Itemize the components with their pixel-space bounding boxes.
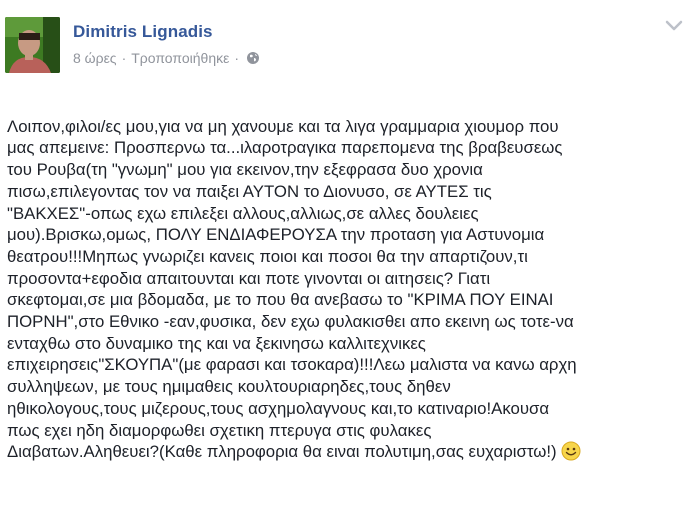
- author-name[interactable]: Dimitris Lignadis: [73, 22, 213, 42]
- avatar-photo: [5, 17, 60, 73]
- edited-label[interactable]: Τροποποιήθηκε: [131, 50, 229, 66]
- avatar[interactable]: [5, 17, 60, 73]
- smiley-icon: [561, 441, 581, 461]
- post-body: Λοιπον,φιλοι/ες μου,για να μη χανουμε κα…: [7, 94, 697, 463]
- facebook-post: Dimitris Lignadis 8 ώρες · Τροποποιήθηκε…: [0, 0, 700, 523]
- meta-separator: ·: [121, 50, 127, 66]
- post-meta: 8 ώρες · Τροποποιήθηκε ·: [73, 50, 260, 66]
- post-text: Λοιπον,φιλοι/ες μου,για να μη χανουμε κα…: [7, 116, 577, 462]
- globe-icon[interactable]: [246, 51, 260, 65]
- post-timestamp[interactable]: 8 ώρες: [73, 50, 117, 66]
- meta-separator: ·: [234, 50, 240, 66]
- chevron-down-icon[interactable]: [663, 18, 685, 34]
